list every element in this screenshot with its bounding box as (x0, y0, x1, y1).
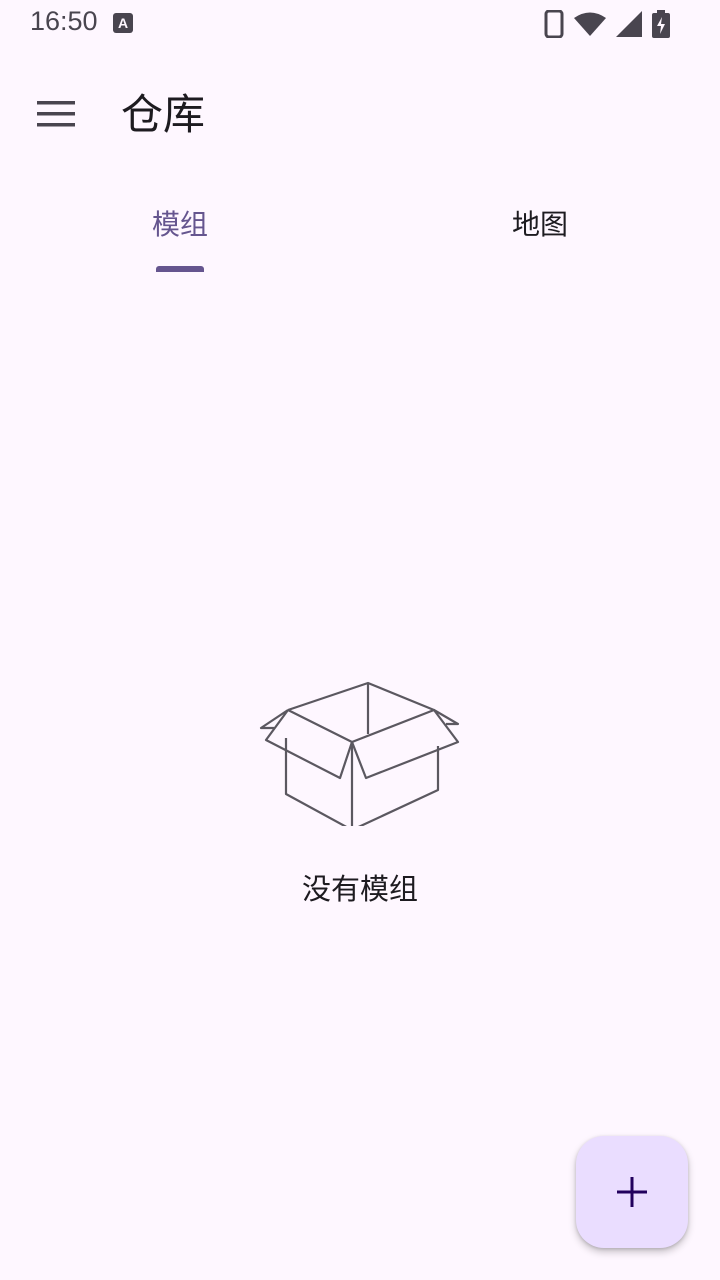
phone-icon (544, 10, 564, 38)
tab-indicator (156, 266, 204, 272)
signal-icon (616, 11, 642, 37)
a-icon: A (113, 13, 133, 33)
wifi-icon (574, 12, 606, 36)
hamburger-menu-icon (37, 101, 75, 127)
add-icon (617, 1177, 647, 1207)
battery-charging-icon (652, 10, 670, 38)
status-icons (544, 9, 670, 39)
status-bar: 16:50 A (0, 0, 720, 48)
page-title: 仓库 (121, 90, 206, 139)
empty-state-text: 没有模组 (301, 872, 418, 906)
tab-mods[interactable]: 模组 (0, 180, 360, 272)
add-fab-button[interactable] (576, 1136, 688, 1248)
tab-bar: 模组 地图 (0, 180, 720, 272)
top-app-bar: 仓库 (0, 64, 720, 168)
menu-button[interactable] (28, 86, 84, 142)
status-time: 16:50 (30, 6, 98, 36)
empty-box-icon (259, 681, 460, 826)
tab-maps[interactable]: 地图 (360, 180, 720, 272)
